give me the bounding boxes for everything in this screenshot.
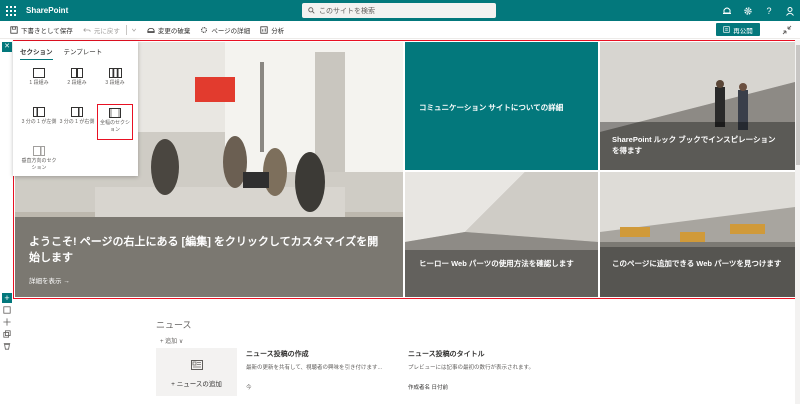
news-post-description: プレビューには記事の最初の数行が表示されます。 [408, 365, 534, 371]
page-details-label: ページの詳細 [211, 27, 251, 35]
news-post-meta: 今 [246, 385, 252, 391]
section-option-one-third-left[interactable]: 3 分の 1 が左側 [21, 104, 57, 140]
edit-rail: ✕ + [0, 40, 13, 404]
section-option-label: 全幅のセクション [99, 120, 130, 133]
gear-icon [201, 26, 208, 33]
news-post-create[interactable]: ニュース投稿の作成 最新の更新を共有して、視聴者の興味を引き付けます... 今 [246, 349, 396, 391]
divider [125, 24, 127, 35]
tab-templates[interactable]: テンプレート [64, 46, 103, 60]
section-option-label: 3 分の 1 が左側 [21, 119, 57, 125]
page-details-button[interactable]: ページの詳細 [200, 25, 250, 35]
news-icon [191, 360, 203, 370]
news-heading: ニュース [156, 320, 192, 330]
news-add-dropdown[interactable]: + 追加 ∨ [160, 336, 183, 345]
section-option-one-column[interactable]: 1 段組み [21, 65, 57, 101]
add-section-button[interactable]: + [2, 293, 12, 303]
one-third-right-icon [71, 107, 83, 117]
collapse-icon[interactable] [782, 25, 792, 35]
duplicate-icon[interactable] [3, 330, 11, 338]
analytics-label: 分析 [271, 27, 285, 35]
undo-icon [83, 27, 91, 32]
discard-changes-button[interactable]: 変更の破棄 [147, 25, 191, 35]
chevron-down-icon [131, 28, 136, 32]
add-news-label: + ニュースの追加 [171, 381, 222, 388]
section-option-label: 垂直方向のセクション [21, 158, 57, 171]
hero-tile-communication-title: コミュニケーション サイトについての詳細 [419, 103, 564, 112]
notification-icon[interactable] [721, 5, 733, 17]
section-option-vertical[interactable]: 垂直方向のセクション [21, 143, 57, 179]
section-option-one-third-right[interactable]: 3 分の 1 が右側 [59, 104, 95, 140]
news-post-sample[interactable]: ニュース投稿のタイトル プレビューには記事の最初の数行が表示されます。 作成者名… [408, 349, 568, 391]
hero-tile-hero-webpart[interactable]: ヒーロー Web パーツの使用方法を確認します [405, 172, 598, 297]
news-post-meta: 作成者名 日付前 [408, 385, 449, 391]
full-width-icon [109, 108, 121, 118]
tab-sections[interactable]: セクション [20, 46, 53, 60]
scrollbar-thumb[interactable] [796, 45, 800, 165]
section-option-label: 3 分の 1 が右側 [59, 119, 95, 125]
news-post-description: 最新の更新を共有して、視聴者の興味を引き付けます... [246, 365, 383, 371]
news-post-title: ニュース投稿の作成 [246, 351, 309, 358]
hero-tile-add-webparts[interactable]: このページに追加できる Web パーツを見つけます [600, 172, 795, 297]
save-draft-button[interactable]: 下書きとして保存 [10, 25, 73, 35]
search-placeholder: このサイトを検索 [319, 7, 375, 15]
settings-gear-icon[interactable] [742, 5, 754, 17]
hero-tile-hero-webpart-title: ヒーロー Web パーツの使用方法を確認します [419, 259, 574, 268]
section-picker-panel: セクション テンプレート 1 段組み 2 段組み 3 段組み 3 分の 1 が左… [13, 41, 138, 176]
app-launcher-icon[interactable] [4, 4, 18, 18]
undo-dropdown[interactable] [131, 27, 137, 33]
move-icon[interactable] [3, 318, 11, 326]
close-panel-icon[interactable]: ✕ [2, 42, 12, 52]
one-column-icon [33, 68, 45, 78]
hero-tile-add-webparts-title: このページに追加できる Web パーツを見つけます [612, 259, 782, 268]
section-option-two-column[interactable]: 2 段組み [59, 65, 95, 101]
three-column-icon [108, 68, 122, 78]
analytics-icon [260, 25, 268, 34]
command-bar: 下書きとして保存 元に戻す 変更の破棄 ページの詳細 分析 再公開 [0, 21, 800, 39]
republish-label: 再公開 [733, 27, 753, 35]
hero-tile-lookbook-title: SharePoint ルック ブックでインスピレーションを得ます [612, 135, 776, 155]
lobby-photo [600, 172, 795, 297]
section-option-label: 1 段組み [29, 80, 49, 86]
discard-label: 変更の破棄 [157, 27, 191, 35]
hero-main-link[interactable]: 詳細を表示 → [29, 275, 70, 285]
delete-icon[interactable] [3, 342, 11, 350]
section-option-full-width[interactable]: 全幅のセクション [97, 104, 133, 140]
hero-tile-communication[interactable]: コミュニケーション サイトについての詳細 [405, 42, 598, 170]
republish-button[interactable]: 再公開 [716, 23, 760, 36]
section-option-three-column[interactable]: 3 段組み [97, 65, 133, 101]
save-draft-label: 下書きとして保存 [21, 27, 73, 35]
section-option-label: 2 段組み [67, 80, 87, 86]
search-icon [308, 7, 315, 14]
vertical-section-icon [33, 146, 45, 156]
publish-icon [723, 26, 730, 33]
analytics-button[interactable]: 分析 [260, 25, 284, 35]
section-option-label: 3 段組み [105, 80, 125, 86]
hero-tile-lookbook[interactable]: SharePoint ルック ブックでインスピレーションを得ます [600, 42, 795, 170]
help-icon[interactable]: ? [763, 5, 775, 17]
two-column-icon [71, 68, 83, 78]
add-news-card[interactable]: + ニュースの追加 [156, 348, 237, 396]
undo-button[interactable]: 元に戻す [83, 25, 120, 35]
app-title[interactable]: SharePoint [26, 6, 68, 15]
undo-label: 元に戻す [93, 27, 120, 35]
architecture-photo [405, 172, 598, 297]
hero-main-title: ようこそ! ページの右上にある [編集] をクリックしてカスタマイズを開始します [29, 236, 379, 264]
discard-icon [147, 27, 155, 33]
save-icon [10, 25, 18, 34]
edit-web-part-icon[interactable] [3, 306, 11, 314]
suite-bar: SharePoint このサイトを検索 ? [0, 0, 800, 21]
news-post-title: ニュース投稿のタイトル [408, 351, 485, 358]
search-box[interactable]: このサイトを検索 [302, 3, 496, 18]
one-third-left-icon [33, 107, 45, 117]
account-icon[interactable] [784, 5, 796, 17]
